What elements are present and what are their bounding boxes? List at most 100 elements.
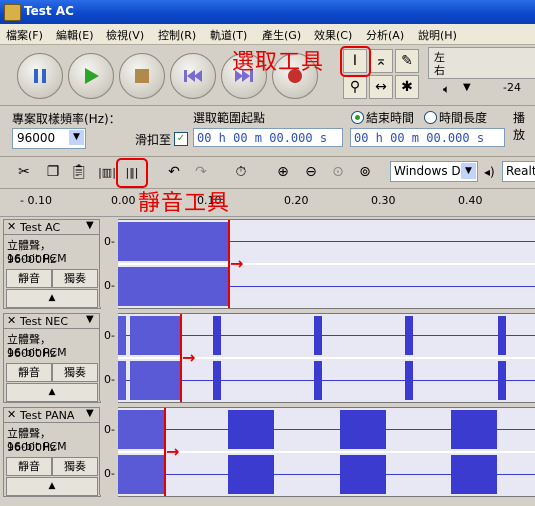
- fit-selection-button[interactable]: ⊙: [327, 161, 349, 183]
- chevron-down-icon[interactable]: ▼: [86, 220, 94, 231]
- menu-tracks[interactable]: 軌道(T): [210, 27, 247, 43]
- rate-select[interactable]: 96000 ▼: [12, 128, 86, 149]
- menu-analyze[interactable]: 分析(A): [366, 27, 404, 43]
- volume-dropdown-icon[interactable]: ▼: [463, 82, 471, 93]
- waveform-block: [340, 455, 386, 494]
- play-icon: [69, 54, 113, 98]
- trim-button[interactable]: |▥|: [96, 161, 118, 183]
- selection-end-time[interactable]: 00 h 00 m 00.000 s: [350, 128, 505, 147]
- pause-icon: [18, 54, 62, 98]
- selection-start-value: 00 h 00 m 00.000 s: [197, 131, 328, 145]
- fit-project-button[interactable]: ⊚: [354, 161, 376, 183]
- waveform-block: [498, 361, 506, 400]
- mute-button[interactable]: 靜音: [6, 457, 52, 476]
- track-header[interactable]: ✕ Test AC ▼: [4, 220, 100, 235]
- solo-button[interactable]: 獨奏: [52, 363, 98, 382]
- chevron-down-icon[interactable]: ▼: [86, 314, 94, 325]
- level-meter: 左 右: [428, 47, 535, 79]
- window-title: Test AC: [24, 4, 74, 18]
- zoom-in-button[interactable]: ⊕: [272, 161, 294, 183]
- vertical-scale: 0- 0-: [99, 313, 119, 401]
- solo-button[interactable]: 獨奏: [52, 269, 98, 288]
- stop-icon: [120, 54, 164, 98]
- cut-button[interactable]: ✂: [13, 161, 35, 183]
- multi-tool[interactable]: ✱: [395, 75, 419, 99]
- menu-effect[interactable]: 效果(C): [314, 27, 352, 43]
- track-header[interactable]: ✕ Test PANA ▼: [4, 408, 100, 423]
- envelope-tool[interactable]: ⌅: [369, 49, 393, 73]
- menu-edit[interactable]: 編輯(E): [56, 27, 94, 43]
- undo-button[interactable]: ↶: [163, 161, 185, 183]
- channel-left: [118, 408, 535, 451]
- copy-button[interactable]: ❐: [42, 161, 64, 183]
- waveform-block: [228, 455, 274, 494]
- waveform-block: [498, 316, 506, 355]
- vertical-scale: 0- 0-: [99, 407, 119, 495]
- silence-tool-annotation: 靜音工具: [138, 191, 231, 216]
- scissors-icon: ✂: [18, 164, 30, 180]
- waveform-block: [118, 410, 164, 449]
- track-name: Test NEC: [20, 315, 69, 328]
- selection-start-time[interactable]: 00 h 00 m 00.000 s: [193, 128, 343, 147]
- menu-generate[interactable]: 產生(G): [262, 27, 301, 43]
- mute-button[interactable]: 靜音: [6, 269, 52, 288]
- menu-control[interactable]: 控制(R): [158, 27, 196, 43]
- waveform-block: [118, 222, 229, 261]
- waveform-block: [118, 455, 164, 494]
- paste-icon: 📋︎: [70, 164, 88, 180]
- waveform-block: [118, 267, 229, 306]
- waveform-block: [130, 361, 180, 400]
- waveform-block: [213, 316, 221, 355]
- input-device-value: Realte: [506, 164, 535, 178]
- title-bar: Test AC: [0, 0, 535, 24]
- pause-button[interactable]: [17, 53, 63, 99]
- copy-icon: ❐: [46, 164, 60, 180]
- track-header[interactable]: ✕ Test NEC ▼: [4, 314, 100, 329]
- collapse-button[interactable]: ▲: [6, 289, 98, 308]
- ruler-label-030: 0.30: [371, 194, 396, 207]
- timeline-ruler[interactable]: - 0.10 0.00 0.10 0.20 0.30 0.40: [0, 189, 535, 217]
- stop-button[interactable]: [119, 53, 165, 99]
- collapse-button[interactable]: ▲: [6, 477, 98, 496]
- close-icon[interactable]: ✕: [7, 220, 16, 233]
- collapse-button[interactable]: ▲: [6, 383, 98, 402]
- arrow-icon: →: [182, 348, 196, 367]
- select-tool-annotation: 選取工具: [232, 50, 325, 75]
- end-time-radio[interactable]: [351, 111, 364, 124]
- menu-file[interactable]: 檔案(F): [6, 27, 43, 43]
- track-waveform[interactable]: →: [118, 407, 535, 497]
- track-waveform[interactable]: →: [118, 219, 535, 309]
- sync-lock-button[interactable]: ⏱︎: [230, 161, 252, 183]
- meter-db-label: -24: [503, 81, 521, 94]
- vertical-scale: 0- 0-: [99, 219, 119, 307]
- play-button[interactable]: [68, 53, 114, 99]
- close-icon[interactable]: ✕: [7, 314, 16, 327]
- waveform-block: [130, 316, 180, 355]
- track-waveform[interactable]: →: [118, 313, 535, 403]
- selection-bar: 專案取樣頻率(Hz)： 96000 ▼ 滑扣至 ✓ 選取範圍起點 00 h 00…: [0, 106, 535, 157]
- output-device-select[interactable]: Windows Di ▼: [390, 161, 478, 182]
- menu-help[interactable]: 說明(H): [418, 27, 457, 43]
- track-name: Test AC: [20, 221, 61, 234]
- paste-button[interactable]: 📋︎: [68, 161, 90, 183]
- skip-start-button[interactable]: [170, 53, 216, 99]
- input-device-select[interactable]: Realte: [502, 161, 535, 182]
- close-icon[interactable]: ✕: [7, 408, 16, 421]
- snap-checkbox[interactable]: ✓: [174, 132, 188, 146]
- scale-label: 0-: [104, 467, 115, 480]
- scale-label: 0-: [104, 373, 115, 386]
- mute-button[interactable]: 靜音: [6, 363, 52, 382]
- end-time-label: 結束時間: [366, 111, 415, 125]
- zoom-tool[interactable]: ⚲: [343, 75, 367, 99]
- double-arrow-icon: ↔: [375, 79, 387, 95]
- time-shift-tool[interactable]: ↔: [369, 75, 393, 99]
- menu-view[interactable]: 檢視(V): [106, 27, 144, 43]
- output-device-value: Windows Di: [394, 164, 464, 178]
- duration-radio[interactable]: [424, 111, 437, 124]
- redo-button[interactable]: ↷: [190, 161, 212, 183]
- waveform-block: [405, 316, 413, 355]
- solo-button[interactable]: 獨奏: [52, 457, 98, 476]
- zoom-out-button[interactable]: ⊖: [300, 161, 322, 183]
- chevron-down-icon[interactable]: ▼: [86, 408, 94, 419]
- draw-tool[interactable]: ✎: [395, 49, 419, 73]
